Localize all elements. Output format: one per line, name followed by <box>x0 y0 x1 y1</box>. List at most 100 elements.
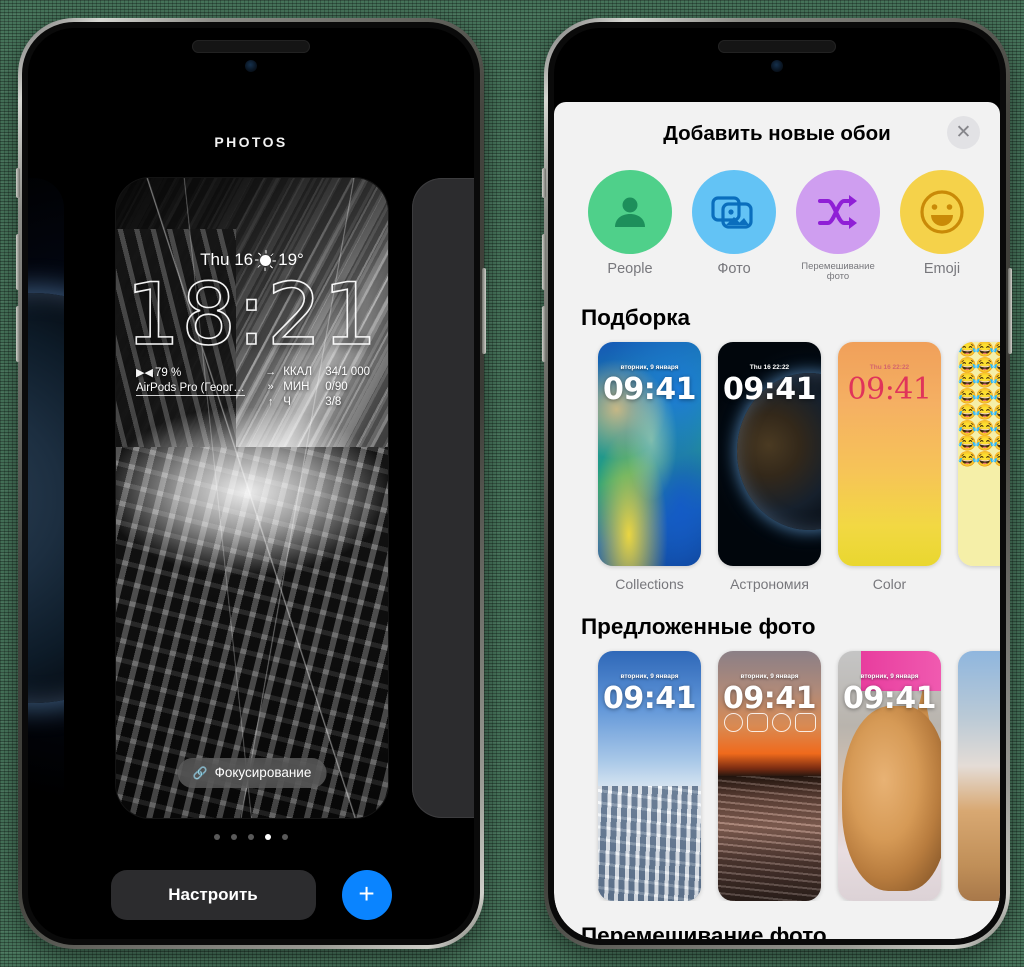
category-photo-shuffle[interactable]: Перемешивание фото <box>796 170 880 283</box>
wallpaper-card-current[interactable]: Thu 16 19° 18:21 ▶◀ 79 % AirPods Pro (Ге… <box>116 178 388 818</box>
mute-switch[interactable] <box>542 168 546 198</box>
photos-icon <box>711 196 753 229</box>
wallpaper-card-previous[interactable] <box>28 178 64 818</box>
iphone-right-device: Добавить новые обои ✕ People Фото Переме… <box>542 18 1012 949</box>
battery-percent: 79 % <box>155 366 182 379</box>
thumb-date: Thu 16 22:22 <box>869 363 910 371</box>
plus-icon: + <box>358 877 375 909</box>
sheet-header: Добавить новые обои ✕ <box>554 102 1000 166</box>
customize-button[interactable]: Настроить <box>110 870 316 920</box>
category-bubble <box>588 170 672 254</box>
mute-switch[interactable] <box>16 168 20 198</box>
airpods-icon: ▶◀ <box>136 367 153 379</box>
carousel-page-dots[interactable] <box>28 834 474 840</box>
widget-placeholder-icon <box>746 712 768 732</box>
fitness-value-exercise: 0/90 <box>325 381 348 393</box>
volume-down-button[interactable] <box>16 306 20 362</box>
wallpaper-card-next[interactable] <box>412 178 474 818</box>
thumb-time: 09:41 <box>603 371 697 407</box>
thumb-time: 09:41 <box>843 680 937 716</box>
page-dot[interactable] <box>231 834 237 840</box>
focus-pill-button[interactable]: 🔗 Фокусирование <box>177 758 327 788</box>
volume-up-button[interactable] <box>542 234 546 290</box>
focus-pill-label: Фокусирование <box>214 765 312 780</box>
lock-screen-widgets[interactable]: ▶◀ 79 % AirPods Pro (Георг… → ККАЛ 34/1 … <box>136 366 370 408</box>
section-title-photo-shuffle: Перемешивание фото <box>581 922 827 939</box>
page-dot-active[interactable] <box>265 834 271 840</box>
category-label: Перемешивание фото <box>801 261 875 283</box>
category-label: Emoji <box>923 261 961 277</box>
airpods-device-name: AirPods Pro (Георг… <box>136 382 245 396</box>
dynamic-island <box>192 40 310 53</box>
category-label: People <box>607 261 653 277</box>
thumb-date: вторник, 9 января <box>740 672 799 680</box>
fitness-label-move: ККАЛ <box>283 366 313 378</box>
thumb-caption: Color <box>872 575 907 592</box>
person-icon <box>615 197 645 227</box>
wallpaper-thumb-color[interactable]: Thu 16 22:22 09:41 Color <box>838 341 941 592</box>
dynamic-island <box>718 40 836 53</box>
fitness-label-exercise: МИН <box>283 381 310 393</box>
suggested-rail[interactable]: вторник, 9 января 09:41 вторник, 9 январ… <box>554 640 1000 901</box>
page-dot[interactable] <box>248 834 254 840</box>
thumb-time: 09:41 <box>603 680 697 716</box>
partial-photo-artwork <box>958 650 1000 901</box>
category-bubble <box>692 170 776 254</box>
featured-rail[interactable]: вторник, 9 января 09:41 Collections Thu … <box>554 331 1000 592</box>
thumb-date: вторник, 9 января <box>620 672 679 680</box>
wallpaper-thumb-astronomy[interactable]: Thu 16 22:22 09:41 Астрономия <box>718 341 821 592</box>
fitness-value-move: 34/1 000 <box>325 366 370 378</box>
category-bubble <box>900 170 984 254</box>
wallpaper-carousel[interactable]: Thu 16 19° 18:21 ▶◀ 79 % AirPods Pro (Ге… <box>28 178 474 818</box>
thumb-date: Thu 16 22:22 <box>749 363 790 371</box>
fitness-value-stand: 3/8 <box>325 396 342 408</box>
wallpaper-thumb-partial[interactable] <box>958 650 1000 901</box>
thumb-time: 09:41 <box>847 371 932 407</box>
widget-placeholder-icon <box>723 712 743 732</box>
category-bubble <box>796 170 880 254</box>
battery-widget[interactable]: ▶◀ 79 % AirPods Pro (Георг… <box>136 366 245 408</box>
page-dot[interactable] <box>214 834 220 840</box>
earth-limb-icon <box>28 293 64 703</box>
widget-placeholder-icon <box>794 712 816 732</box>
volume-up-button[interactable] <box>16 234 20 290</box>
add-wallpaper-button[interactable]: + <box>341 870 392 920</box>
fitness-widget[interactable]: → ККАЛ 34/1 000 » МИН 0/90 ↑ Ч 3/8 <box>264 366 370 408</box>
wallpaper-thumb-city[interactable]: вторник, 9 января 09:41 <box>598 650 701 901</box>
category-emoji[interactable]: Emoji <box>900 170 984 283</box>
category-photos[interactable]: Фото <box>692 170 776 283</box>
sheet-title: Добавить новые обои <box>663 122 891 145</box>
category-people[interactable]: People <box>588 170 672 283</box>
section-title-featured: Подборка <box>581 304 691 330</box>
fitness-label-stand: Ч <box>283 396 291 408</box>
bottom-action-bar: Настроить + <box>28 870 474 920</box>
wallpaper-thumb-collections[interactable]: вторник, 9 января 09:41 Collections <box>598 341 701 592</box>
wallpaper-thumb-emoji[interactable]: 😂😂😂😂😂😂😂😂😂😂😂😂😂😂😂😂😂😂😂😂😂😂😂😂😂😂😂😂😂😂😂😂😂😂😂😂😂😂😂😂 <box>958 341 1000 592</box>
wallpaper-thumb-sunset[interactable]: вторник, 9 января 09:41 <box>718 650 821 901</box>
category-row[interactable]: People Фото Перемешивание фото Emoji <box>554 166 1000 283</box>
thumb-date: вторник, 9 января <box>620 363 679 371</box>
emoji-icon <box>920 190 964 234</box>
power-button[interactable] <box>482 268 486 354</box>
left-phone-screen: PHOTOS Thu 16 19° 18:21 ▶◀ 79 % AirPods … <box>28 28 474 939</box>
widget-placeholder-icon <box>771 712 791 732</box>
astronomy-artwork <box>28 178 64 818</box>
emoji-artwork: 😂😂😂😂😂😂😂😂😂😂😂😂😂😂😂😂😂😂😂😂😂😂😂😂😂😂😂😂😂😂😂😂😂😂😂😂😂😂😂😂 <box>958 341 1000 566</box>
cat-body <box>842 705 941 891</box>
wallpaper-thumb-cat[interactable]: вторник, 9 января 09:41 <box>838 650 941 901</box>
power-button[interactable] <box>1008 268 1012 354</box>
link-icon: 🔗 <box>192 765 208 780</box>
section-title-suggested: Предложенные фото <box>581 613 816 639</box>
category-label: Фото <box>717 261 751 277</box>
close-button[interactable]: ✕ <box>947 116 980 149</box>
thumb-caption: Астрономия <box>730 575 809 592</box>
thumb-widget-row <box>718 712 821 732</box>
volume-down-button[interactable] <box>542 306 546 362</box>
add-wallpaper-sheet: Добавить новые обои ✕ People Фото Переме… <box>554 102 1000 939</box>
page-title: PHOTOS <box>214 134 288 150</box>
arrow-up-icon: ↑ <box>267 396 274 408</box>
page-dot[interactable] <box>282 834 288 840</box>
thumb-time: 09:41 <box>723 371 817 407</box>
thumb-caption: Collections <box>615 575 684 592</box>
front-camera-icon <box>245 60 257 72</box>
